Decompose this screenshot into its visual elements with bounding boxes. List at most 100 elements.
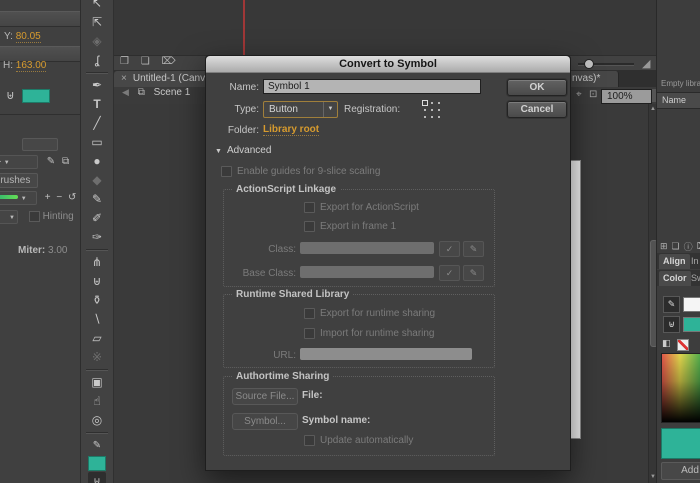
stroke-color-pencil-icon[interactable]: ✎ xyxy=(81,436,113,455)
symbol-button[interactable]: Symbol... xyxy=(232,413,298,430)
edit-stroke-icon[interactable]: ✎ xyxy=(47,156,55,167)
export-actionscript-checkbox[interactable] xyxy=(304,202,315,213)
advanced-toggle[interactable]: ▼Advanced xyxy=(215,145,271,156)
registration-grid[interactable] xyxy=(421,99,442,120)
validate-class-button[interactable]: ✓ xyxy=(439,241,460,257)
section-divider[interactable] xyxy=(0,11,80,27)
no-color-icon[interactable] xyxy=(677,339,689,351)
fill-color-button[interactable]: ⊎ xyxy=(663,316,680,333)
delete-layer-icon[interactable]: ⌦ xyxy=(162,56,176,67)
add-swatch-button[interactable]: Add xyxy=(661,462,700,480)
stage-zoom-dropdown[interactable]: 100% ▼ xyxy=(601,89,652,104)
miter-value[interactable]: 3.00 xyxy=(48,245,67,256)
tab-info[interactable]: In xyxy=(691,256,699,266)
pen-tool-icon[interactable]: ✒ xyxy=(81,76,113,95)
folder-link[interactable]: Library root xyxy=(263,124,319,136)
slice-scaling-checkbox[interactable] xyxy=(221,166,232,177)
import-runtime-checkbox[interactable] xyxy=(304,328,315,339)
library-name-column-header[interactable]: Name xyxy=(657,92,700,109)
color-gradient-field[interactable] xyxy=(661,353,700,423)
symbol-name-input[interactable]: Symbol 1 xyxy=(263,79,481,94)
stroke-color-swatch[interactable] xyxy=(88,456,106,471)
layers-icon[interactable]: ⧉ xyxy=(62,156,69,167)
paint-bucket-tool-icon[interactable]: ⊎ xyxy=(81,272,113,291)
document-tab-title-right: nvas)* xyxy=(572,71,600,87)
paint-brush-tool-icon[interactable]: ✑ xyxy=(81,228,113,247)
update-automatically-checkbox[interactable] xyxy=(304,435,315,446)
export-frame-checkbox[interactable] xyxy=(304,221,315,232)
line-tool-icon[interactable]: ╱ xyxy=(81,114,113,133)
cap-dropdown[interactable]: ▼ xyxy=(0,210,18,224)
black-white-icon[interactable]: ◧ xyxy=(662,338,671,349)
new-folder-icon[interactable]: ❏ xyxy=(672,241,680,252)
delete-item-icon[interactable]: ⌦ xyxy=(697,241,700,252)
camera-tool-icon[interactable]: ▣ xyxy=(81,373,113,392)
tab-swatches[interactable]: Sw xyxy=(691,273,700,283)
eraser-tool-icon[interactable]: ▱ xyxy=(81,329,113,348)
dialog-title[interactable]: Convert to Symbol xyxy=(206,56,570,73)
rectangle-tool-icon[interactable]: ▭ xyxy=(81,133,113,152)
new-layer-icon[interactable]: ❐ xyxy=(120,56,129,67)
base-class-field[interactable] xyxy=(300,266,434,278)
bone-tool-icon[interactable]: ⋔ xyxy=(81,253,113,272)
item-properties-icon[interactable]: ⓘ xyxy=(684,240,693,253)
timeline-zoom-knob[interactable] xyxy=(584,59,594,69)
spray-brush-tool-icon[interactable]: ※ xyxy=(81,348,113,367)
ink-bottle-tool-icon[interactable]: ⚱ xyxy=(81,291,113,310)
brushes-button[interactable]: Brushes xyxy=(0,173,38,188)
edit-base-class-button[interactable]: ✎ xyxy=(463,265,484,281)
plus-icon[interactable]: + xyxy=(45,192,51,203)
validate-base-class-button[interactable]: ✓ xyxy=(439,265,460,281)
stroke-color-button[interactable]: ✎ xyxy=(663,296,680,313)
type-dropdown[interactable]: Button ▼ xyxy=(263,101,338,118)
type-value: Button xyxy=(269,104,298,115)
ok-button[interactable]: OK xyxy=(507,79,567,96)
timeline-zoom-ramp-icon[interactable]: ◢ xyxy=(642,57,650,70)
polystar-tool-icon[interactable]: ◆ xyxy=(81,171,113,190)
selection-tool-icon[interactable]: ↖ xyxy=(81,0,113,13)
hinting-checkbox[interactable] xyxy=(29,211,40,222)
chevron-down-icon[interactable]: ▼ xyxy=(323,102,337,117)
edit-symbols-icon[interactable]: ⊡ xyxy=(589,89,597,100)
close-tab-icon[interactable]: × xyxy=(121,73,127,84)
tab-align[interactable]: Align xyxy=(659,254,690,269)
export-runtime-checkbox[interactable] xyxy=(304,308,315,319)
rotate-3d-tool-icon[interactable]: ◈ xyxy=(81,32,113,51)
stroke-style-dropdown[interactable]: — ▼ xyxy=(0,155,38,169)
subselection-tool-icon[interactable]: ⇱ xyxy=(81,13,113,32)
width-profile-dropdown[interactable]: ▼ xyxy=(0,191,37,205)
timeline-playhead[interactable] xyxy=(243,0,245,55)
h-value[interactable]: 163.00 xyxy=(16,60,47,72)
scene-label[interactable]: Scene 1 xyxy=(154,87,191,98)
stroke-color-swatch[interactable] xyxy=(683,297,700,312)
new-symbol-icon[interactable]: ⊞ xyxy=(660,241,668,252)
lasso-tool-icon[interactable]: ʆ xyxy=(81,51,113,70)
y-value[interactable]: 80.05 xyxy=(16,31,41,43)
pencil-tool-icon[interactable]: ✎ xyxy=(81,190,113,209)
oval-tool-icon[interactable]: ● xyxy=(81,152,113,171)
fill-color-swatch[interactable] xyxy=(683,317,700,332)
cancel-button[interactable]: Cancel xyxy=(507,101,567,118)
center-stage-icon[interactable]: ⌖ xyxy=(576,89,582,100)
text-tool-icon[interactable]: T xyxy=(81,95,113,114)
zoom-tool-icon[interactable]: ◎ xyxy=(81,411,113,430)
tab-color[interactable]: Color xyxy=(659,271,691,286)
stroke-style-preview: — xyxy=(0,156,1,167)
brush-tool-icon[interactable]: ✐ xyxy=(81,209,113,228)
minus-icon[interactable]: − xyxy=(56,192,62,203)
edit-class-button[interactable]: ✎ xyxy=(463,241,484,257)
reset-icon[interactable]: ↺ xyxy=(68,192,76,203)
url-field[interactable] xyxy=(300,348,472,360)
new-folder-icon[interactable]: ❏ xyxy=(141,56,150,67)
fill-color-swatch[interactable] xyxy=(22,89,50,103)
eyedropper-tool-icon[interactable]: ∖ xyxy=(81,310,113,329)
paint-bucket-icon[interactable]: ⊎ xyxy=(6,88,15,102)
group-title: ActionScript Linkage xyxy=(232,184,340,195)
fill-color-bucket-icon[interactable]: ⊎ xyxy=(88,472,106,483)
hand-tool-icon[interactable]: ☝ xyxy=(81,392,113,411)
timeline-panel[interactable] xyxy=(114,0,656,55)
source-file-button[interactable]: Source File... xyxy=(232,388,298,405)
class-field[interactable] xyxy=(300,242,434,254)
back-arrow-icon[interactable]: ◀ xyxy=(122,87,129,97)
check-icon: ✓ xyxy=(446,244,454,254)
